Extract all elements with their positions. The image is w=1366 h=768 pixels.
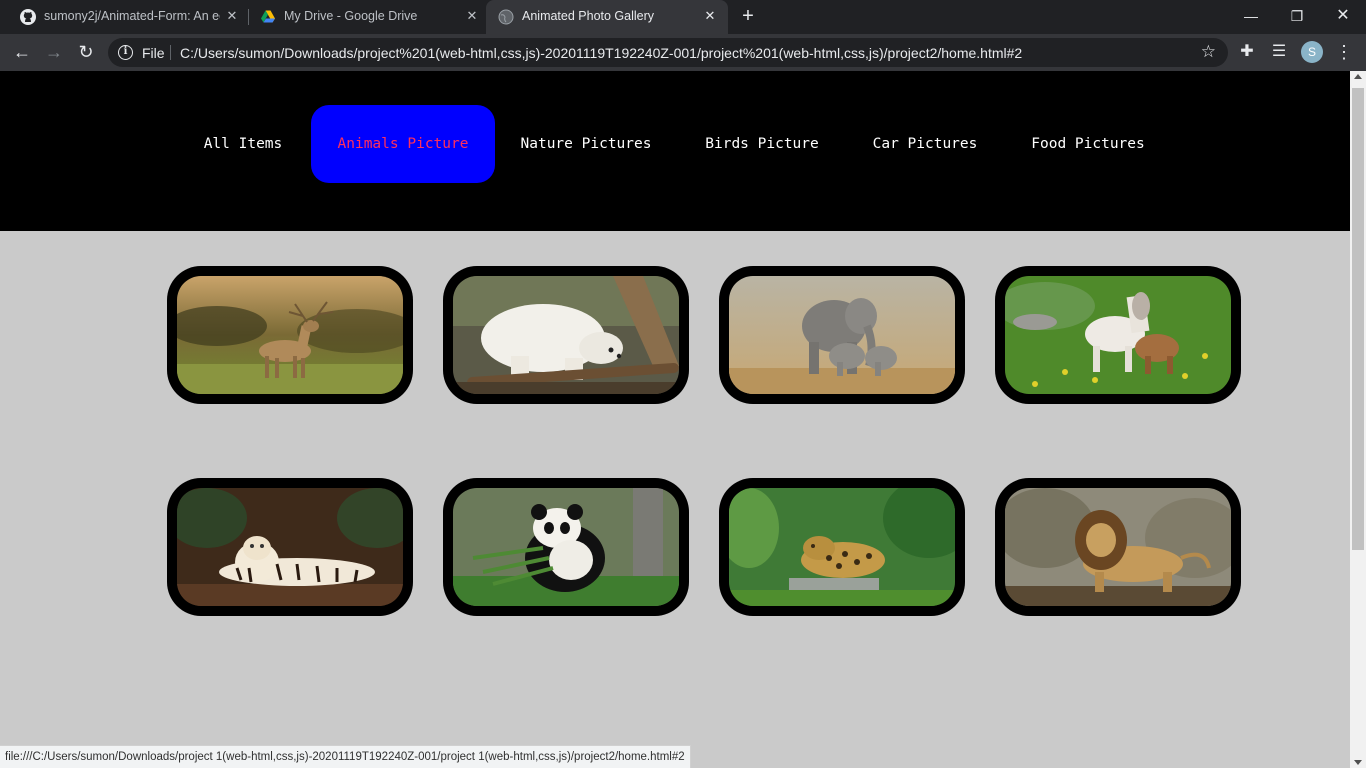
github-icon (20, 9, 36, 25)
new-tab-button[interactable]: + (737, 6, 759, 28)
forward-arrow-icon[interactable]: → (43, 41, 65, 63)
elephants-photo (729, 276, 955, 394)
tab-title: Animated Photo Gallery (522, 9, 655, 23)
photo-card-polar-bear[interactable] (443, 266, 689, 404)
photo-card-lion[interactable] (995, 478, 1241, 616)
tab-strip: sumony2j/Animated-Form: An ec ✕ My Drive… (0, 0, 1366, 34)
status-url-tooltip: file:///C:/Users/sumon/Downloads/project… (0, 745, 691, 768)
reload-icon[interactable]: ↻ (75, 41, 97, 63)
tiger-photo (177, 488, 403, 606)
panda-photo (453, 488, 679, 606)
browser-toolbar: ← → ↻ i File C:/Users/sumon/Downloads/pr… (0, 34, 1366, 71)
ponies-photo (1005, 276, 1231, 394)
globe-icon (498, 9, 514, 25)
google-drive-icon (261, 10, 275, 23)
omnibox-divider (170, 45, 171, 60)
minimize-icon[interactable]: — (1228, 0, 1274, 34)
scroll-down-arrow-icon[interactable] (1354, 760, 1362, 765)
scrollbar-thumb[interactable] (1352, 88, 1364, 550)
photo-card-deer[interactable] (167, 266, 413, 404)
photo-card-leopard[interactable] (719, 478, 965, 616)
deer-photo (177, 276, 403, 394)
nav-all-items[interactable]: All Items (184, 105, 302, 183)
file-scheme-label: File (142, 45, 165, 61)
close-window-icon[interactable]: ✕ (1320, 0, 1366, 34)
nav-animals-picture[interactable]: Animals Picture (311, 105, 495, 183)
tab-title: sumony2j/Animated-Form: An ec (44, 9, 220, 23)
tab-title: My Drive - Google Drive (284, 9, 418, 23)
extensions-puzzle-icon[interactable]: ✚ (1237, 42, 1257, 62)
category-navbar: All Items Animals Picture Nature Picture… (0, 71, 1350, 231)
polar-bear-photo (453, 276, 679, 394)
photo-card-tiger[interactable] (167, 478, 413, 616)
menu-kebab-icon[interactable]: ⋮ (1334, 42, 1354, 62)
close-tab-icon[interactable]: ✕ (464, 8, 480, 24)
tab-animated-photo-gallery[interactable]: Animated Photo Gallery ✕ (486, 0, 728, 34)
nav-food-pictures[interactable]: Food Pictures (1018, 105, 1158, 183)
gallery-page: All Items Animals Picture Nature Picture… (0, 71, 1350, 768)
info-icon[interactable]: i (118, 45, 133, 60)
photo-card-elephants[interactable] (719, 266, 965, 404)
photo-card-panda[interactable] (443, 478, 689, 616)
address-bar[interactable]: i File C:/Users/sumon/Downloads/project%… (108, 38, 1228, 67)
nav-birds-picture[interactable]: Birds Picture (692, 105, 832, 183)
close-tab-icon[interactable]: ✕ (224, 8, 240, 24)
bookmark-star-icon[interactable]: ☆ (1201, 42, 1216, 62)
nav-car-pictures[interactable]: Car Pictures (857, 105, 993, 183)
restore-icon[interactable]: ❐ (1274, 0, 1320, 34)
back-arrow-icon[interactable]: ← (11, 41, 33, 63)
nav-nature-pictures[interactable]: Nature Pictures (505, 105, 667, 183)
page-scrollbar[interactable] (1350, 71, 1366, 768)
photo-card-ponies[interactable] (995, 266, 1241, 404)
leopard-photo (729, 488, 955, 606)
scroll-up-arrow-icon[interactable] (1354, 74, 1362, 79)
tab-github[interactable]: sumony2j/Animated-Form: An ec ✕ (0, 0, 248, 34)
lion-photo (1005, 488, 1231, 606)
tab-google-drive[interactable]: My Drive - Google Drive ✕ (240, 0, 488, 34)
profile-avatar[interactable]: S (1301, 41, 1323, 63)
media-queue-icon[interactable]: ☰ (1269, 42, 1289, 62)
url-text[interactable]: C:/Users/sumon/Downloads/project%201(web… (180, 45, 1022, 61)
close-tab-icon[interactable]: ✕ (702, 8, 718, 24)
